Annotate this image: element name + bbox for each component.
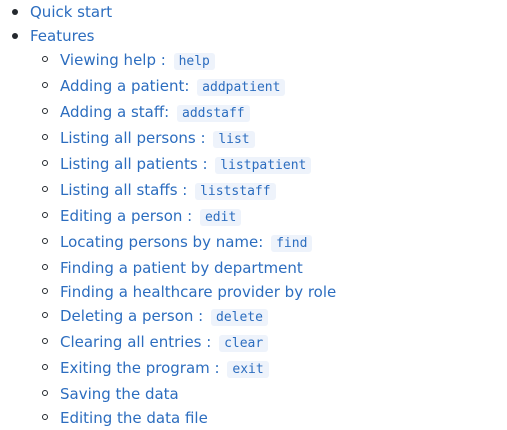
editing-data-file-link[interactable]: Editing the data file xyxy=(60,409,208,427)
table-of-contents: Quick start Features Viewing help : help… xyxy=(0,0,507,430)
link-text: Listing all persons : xyxy=(60,129,211,147)
list-item: Listing all persons : list xyxy=(42,126,507,152)
command-code: liststaff xyxy=(195,183,276,200)
finding-patient-link[interactable]: Finding a patient by department xyxy=(60,259,303,277)
list-item: Finding a healthcare provider by role xyxy=(42,280,507,304)
link-text: Listing all patients : xyxy=(60,155,213,173)
command-code: find xyxy=(271,235,313,252)
link-text: Editing a person : xyxy=(60,207,197,225)
features-sublist: Viewing help : help Adding a patient: ad… xyxy=(30,48,507,430)
quick-start-link[interactable]: Quick start xyxy=(30,3,112,21)
list-item: Adding a patient: addpatient xyxy=(42,74,507,100)
toc-item-quick-start: Quick start xyxy=(12,0,507,24)
list-item: Exiting the program : exit xyxy=(42,356,507,382)
command-code: addpatient xyxy=(197,79,286,96)
list-item: Editing a person : edit xyxy=(42,204,507,230)
link-text: Viewing help : xyxy=(60,51,171,69)
list-item: Adding a staff: addstaff xyxy=(42,100,507,126)
link-text: Adding a staff: xyxy=(60,103,175,121)
adding-patient-link[interactable]: Adding a patient: addpatient xyxy=(60,77,286,96)
command-code: edit xyxy=(199,209,242,226)
editing-person-link[interactable]: Editing a person : edit xyxy=(60,207,242,226)
finding-provider-link[interactable]: Finding a healthcare provider by role xyxy=(60,283,336,301)
adding-staff-link[interactable]: Adding a staff: addstaff xyxy=(60,103,250,122)
listing-patients-link[interactable]: Listing all patients : listpatient xyxy=(60,155,312,174)
locating-persons-link[interactable]: Locating persons by name: find xyxy=(60,233,313,252)
link-text: Deleting a person : xyxy=(60,307,208,325)
saving-data-link[interactable]: Saving the data xyxy=(60,385,179,403)
viewing-help-link[interactable]: Viewing help : help xyxy=(60,51,215,70)
exiting-program-link[interactable]: Exiting the program : exit xyxy=(60,359,269,378)
listing-persons-link[interactable]: Listing all persons : list xyxy=(60,129,255,148)
listing-staffs-link[interactable]: Listing all staffs : liststaff xyxy=(60,181,276,200)
command-code: list xyxy=(213,131,255,148)
command-code: addstaff xyxy=(177,105,250,122)
list-item: Finding a patient by department xyxy=(42,256,507,280)
command-code: help xyxy=(173,53,215,70)
command-code: listpatient xyxy=(215,157,312,174)
clearing-entries-link[interactable]: Clearing all entries : clear xyxy=(60,333,269,352)
command-code: clear xyxy=(219,335,269,352)
list-item: Viewing help : help xyxy=(42,48,507,74)
features-link[interactable]: Features xyxy=(30,27,95,45)
list-item: Editing the data file xyxy=(42,406,507,430)
list-item: Deleting a person : delete xyxy=(42,304,507,330)
list-item: Clearing all entries : clear xyxy=(42,330,507,356)
list-item: Locating persons by name: find xyxy=(42,230,507,256)
toc-item-features: Features Viewing help : help Adding a pa… xyxy=(12,24,507,430)
list-item: Listing all patients : listpatient xyxy=(42,152,507,178)
deleting-person-link[interactable]: Deleting a person : delete xyxy=(60,307,268,326)
link-text: Exiting the program : xyxy=(60,359,225,377)
list-item: Listing all staffs : liststaff xyxy=(42,178,507,204)
link-text: Listing all staffs : xyxy=(60,181,193,199)
link-text: Clearing all entries : xyxy=(60,333,217,351)
link-text: Adding a patient: xyxy=(60,77,195,95)
link-text: Locating persons by name: xyxy=(60,233,269,251)
command-code: delete xyxy=(211,309,268,326)
list-item: Saving the data xyxy=(42,382,507,406)
command-code: exit xyxy=(227,361,269,378)
